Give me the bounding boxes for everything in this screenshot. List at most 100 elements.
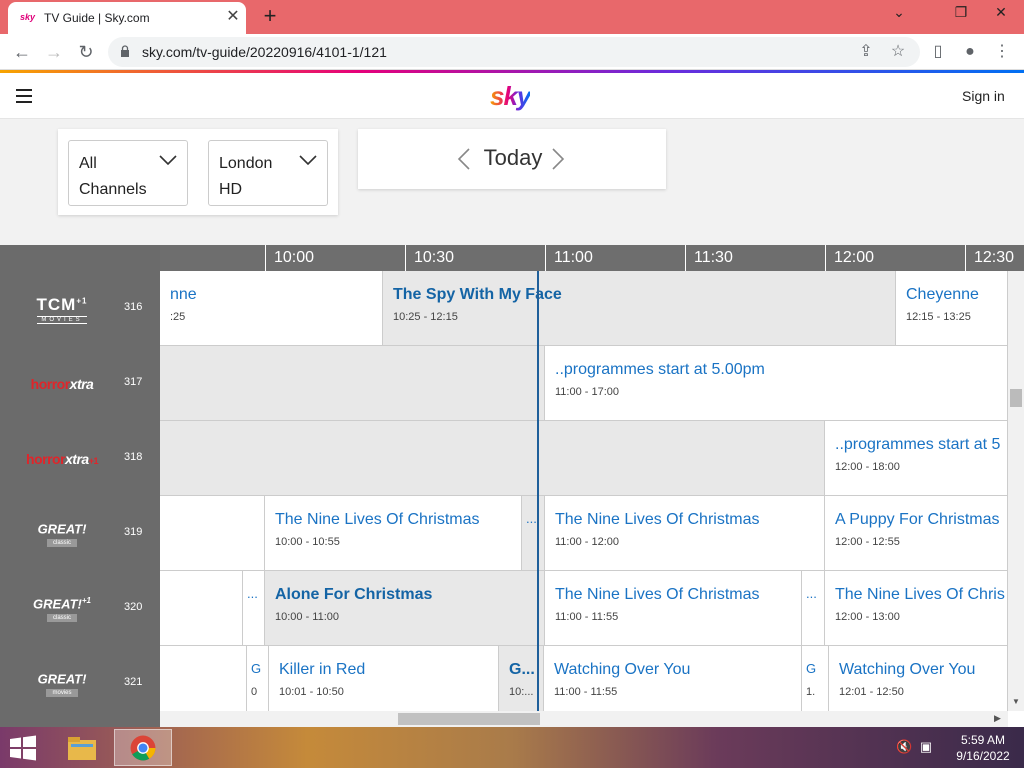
programme-cell[interactable]: ...	[522, 496, 545, 571]
chrome-taskbar-button[interactable]	[114, 729, 172, 766]
tab-search-icon[interactable]: ⌄	[884, 2, 914, 22]
channel-row[interactable]: horrorxtra+1 318	[0, 421, 160, 496]
programme-time: 11:00 - 17:00	[555, 386, 620, 398]
programme-cell[interactable]	[160, 646, 247, 711]
network-icon[interactable]: ▣	[920, 739, 932, 754]
clock-time[interactable]: 5:59 AM	[950, 733, 1016, 747]
programme-cell[interactable]: The Nine Lives Of Chris 12:00 - 13:00	[825, 571, 1008, 646]
channel-column-footer	[0, 711, 160, 727]
restore-window-icon[interactable]: ❐	[946, 2, 976, 22]
tab-close-icon[interactable]: ✕	[224, 8, 242, 26]
chevron-down-icon	[159, 155, 177, 165]
programme-cell[interactable]: ..programmes start at 5 12:00 - 18:00	[825, 421, 1008, 496]
channel-logo: TCM+1 MOVIES	[36, 294, 88, 324]
programme-title: Cheyenne	[906, 286, 979, 303]
chevron-right-icon[interactable]	[550, 147, 566, 171]
programme-cell[interactable]: Watching Over You 12:01 - 12:50	[829, 646, 1008, 711]
clock-date[interactable]: 9/16/2022	[950, 749, 1016, 763]
hamburger-menu-icon[interactable]	[16, 89, 32, 103]
share-icon[interactable]: ⇪	[854, 40, 878, 64]
windows-taskbar: 🔇 ▣ 5:59 AM 9/16/2022	[0, 727, 1024, 768]
programme-cell[interactable]: The Nine Lives Of Christmas 10:00 - 10:55	[265, 496, 522, 571]
programme-cell[interactable]	[160, 496, 265, 571]
system-tray: 🔇 ▣	[896, 739, 940, 757]
programme-time: 10:25 - 12:15	[393, 311, 458, 323]
site-header: sky Sign in	[0, 73, 1024, 119]
programme-cell[interactable]: Watching Over You 11:00 - 11:55	[544, 646, 802, 711]
back-button[interactable]: ←	[10, 40, 34, 64]
programme-title: ..programmes start at 5	[835, 436, 1001, 453]
programme-title: ..programmes start at 5.00pm	[555, 361, 765, 378]
sky-favicon-icon: sky	[20, 12, 36, 22]
forward-button[interactable]: →	[42, 40, 66, 64]
close-window-icon[interactable]: ✕	[986, 2, 1016, 22]
channel-row[interactable]: TCM+1 MOVIES 316	[0, 271, 160, 346]
programme-cell[interactable]: Cheyenne 12:15 - 13:25	[896, 271, 1008, 346]
channel-logo: horrorxtra+1	[26, 451, 98, 467]
channel-row[interactable]: horrorxtra 317	[0, 346, 160, 421]
menu-kebab-icon[interactable]: ⋮	[990, 40, 1014, 64]
file-explorer-icon[interactable]	[60, 730, 104, 766]
scroll-right-arrow-icon[interactable]: ▶	[994, 713, 1001, 724]
programme-cell[interactable]	[160, 571, 243, 646]
programme-cell[interactable]: G 1.	[802, 646, 829, 711]
channel-row[interactable]: GREAT! classic 319	[0, 496, 160, 571]
programme-cell[interactable]: ..programmes start at 5.00pm 11:00 - 17:0…	[545, 346, 1008, 421]
programme-time: 11:00 - 12:00	[555, 536, 620, 548]
region-dropdown[interactable]: London HD	[208, 140, 328, 206]
programme-cell[interactable]: The Nine Lives Of Christmas 11:00 - 12:00	[545, 496, 825, 571]
programme-cell[interactable]: The Spy With My Face 10:25 - 12:15	[383, 271, 896, 346]
time-slot-label: 12:30	[965, 245, 1024, 271]
programme-title: nne	[170, 286, 197, 303]
vertical-scroll-thumb[interactable]	[1010, 389, 1022, 407]
new-tab-button[interactable]: +	[258, 4, 282, 28]
programme-title: Watching Over You	[839, 661, 976, 678]
programme-cell[interactable]: ...	[802, 571, 825, 646]
region-dropdown-label: London HD	[219, 155, 273, 198]
programme-cell[interactable]: ...	[243, 571, 265, 646]
volume-mute-icon[interactable]: 🔇	[896, 739, 912, 754]
filter-area: All Channels London HD Today	[0, 119, 1024, 245]
programme-cell[interactable]: nne :25	[160, 271, 383, 346]
channels-dropdown-label: All Channels	[79, 155, 147, 198]
scroll-down-arrow-icon[interactable]: ▼	[1012, 697, 1020, 706]
address-bar[interactable]: sky.com/tv-guide/20220916/4101-1/121 ⇪ ☆	[108, 37, 920, 67]
programme-time: :25	[170, 311, 186, 323]
channels-dropdown[interactable]: All Channels	[68, 140, 188, 206]
bookmark-star-icon[interactable]: ☆	[886, 40, 910, 64]
horizontal-scroll-thumb[interactable]	[398, 713, 540, 725]
programme-time: 11:00 - 11:55	[555, 611, 619, 623]
sky-logo[interactable]: sky	[490, 81, 531, 112]
sign-in-link[interactable]: Sign in	[962, 88, 1005, 104]
lock-icon	[121, 45, 129, 57]
date-label: Today	[483, 145, 543, 170]
windows-start-icon[interactable]	[8, 735, 38, 761]
programme-time: 11:00 - 11:55	[554, 686, 618, 698]
horizontal-scrollbar[interactable]: ▶	[160, 711, 1008, 727]
programme-cell[interactable]: G0	[247, 646, 269, 711]
programme-time: 12:01 - 12:50	[839, 686, 904, 698]
reload-button[interactable]: ↻	[74, 40, 98, 64]
channel-row[interactable]: GREAT!+1 classic 320	[0, 571, 160, 646]
chrome-icon	[130, 735, 156, 761]
programme-cell[interactable]: Killer in Red 10:01 - 10:50	[269, 646, 499, 711]
programme-cell[interactable]: The Nine Lives Of Christmas 11:00 - 11:55	[545, 571, 802, 646]
programme-cell[interactable]	[160, 421, 825, 496]
programme-time: 10:00 - 11:00	[275, 611, 340, 623]
time-slot-label: 12:00	[825, 245, 965, 271]
channel-row[interactable]: GREAT! movies 321	[0, 646, 160, 711]
channel-number: 321	[124, 676, 143, 688]
filter-box: All Channels London HD	[58, 129, 338, 215]
vertical-scrollbar[interactable]: ▼	[1008, 271, 1024, 711]
programme-cell[interactable]	[160, 346, 545, 421]
programme-title: A Puppy For Christmas	[835, 511, 1000, 528]
browser-tab[interactable]: sky TV Guide | Sky.com ✕	[8, 2, 246, 34]
programme-cell[interactable]: A Puppy For Christmas 12:00 - 12:55	[825, 496, 1008, 571]
profile-avatar-icon[interactable]: ●	[958, 40, 982, 64]
chevron-left-icon[interactable]	[456, 147, 472, 171]
programme-cell[interactable]: Alone For Christmas 10:00 - 11:00	[265, 571, 545, 646]
programme-time: 12:00 - 18:00	[835, 461, 900, 473]
programme-title: G	[251, 661, 262, 676]
side-panel-icon[interactable]: ▯	[926, 40, 950, 64]
programme-title: ...	[806, 586, 817, 601]
